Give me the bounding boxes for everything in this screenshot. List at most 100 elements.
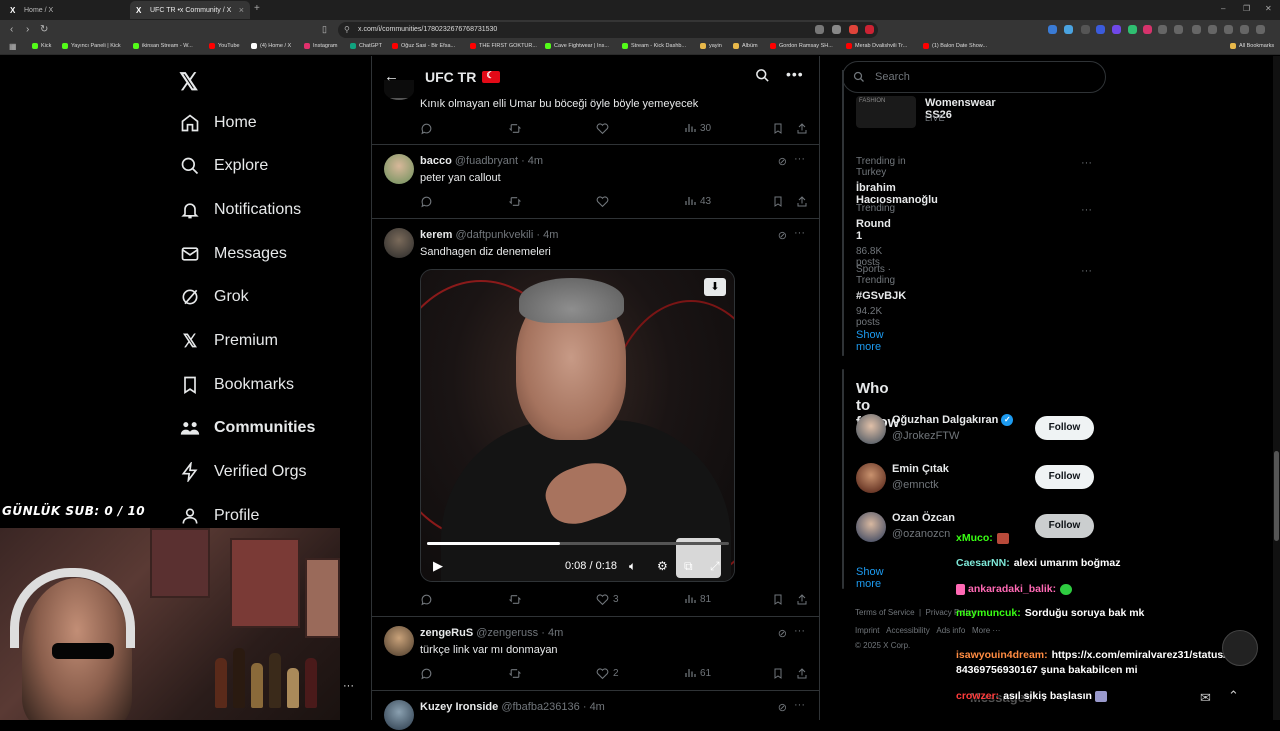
tweet-author[interactable]: zengeRuS @zengeruss · 4m: [420, 627, 563, 639]
tweet-author[interactable]: bacco @fuadbryant · 4m: [420, 155, 543, 167]
browser-tab-active[interactable]: X UFC TR •x Community / X ×: [130, 1, 250, 19]
volume-icon[interactable]: 🔈︎: [629, 559, 636, 574]
bookmark-item[interactable]: Stream - Kick Dashb...: [622, 43, 686, 49]
profile-icon[interactable]: [1240, 25, 1249, 34]
grok-icon[interactable]: ⊘: [778, 155, 787, 168]
nav-notifications[interactable]: Notifications: [180, 196, 301, 224]
tweet[interactable]: bacco @fuadbryant · 4m ⊘ ··· peter yan c…: [372, 145, 819, 219]
show-more-link[interactable]: Show more: [856, 329, 884, 353]
bookmark-button[interactable]: [772, 667, 788, 680]
url-input[interactable]: ⚲ x.com/i/communities/178023267676873153…: [338, 22, 878, 38]
grok-icon[interactable]: ⊘: [778, 627, 787, 640]
page-scrollbar[interactable]: [1273, 56, 1280, 720]
reply-button[interactable]: [420, 195, 437, 208]
expand-up-icon[interactable]: ⌃: [1228, 688, 1239, 704]
bookmark-item[interactable]: YouTube: [209, 43, 240, 49]
bookmark-item[interactable]: Yayıncı Paneli | Kick: [62, 43, 121, 49]
browser-tab[interactable]: X Home / X: [4, 1, 128, 19]
nav-explore[interactable]: Explore: [180, 152, 268, 180]
extension-icon[interactable]: [1143, 25, 1152, 34]
like-button[interactable]: [596, 122, 613, 135]
reply-button[interactable]: [420, 667, 437, 680]
follow-suggestion[interactable]: Emin Çıtak @emnctk Follow: [856, 463, 1096, 495]
more-icon[interactable]: ···: [794, 625, 805, 637]
nav-grok[interactable]: Grok: [180, 283, 249, 311]
pip-icon[interactable]: ⧉: [684, 559, 693, 574]
grok-floating-button[interactable]: [1222, 630, 1258, 666]
share-button[interactable]: [796, 195, 812, 208]
close-tab-icon[interactable]: ×: [239, 5, 244, 15]
views-button[interactable]: 81: [684, 593, 711, 605]
views-button[interactable]: 43: [684, 195, 711, 207]
extension-icon[interactable]: [1048, 25, 1057, 34]
back-nav-icon[interactable]: ‹: [10, 24, 13, 35]
retweet-button[interactable]: [508, 195, 526, 208]
bookmark-item[interactable]: ikinsan Stream - W...: [133, 43, 193, 49]
tweet-author[interactable]: kerem @daftpunkvekili · 4m: [420, 229, 558, 241]
play-icon[interactable]: ▶: [433, 558, 443, 574]
nav-messages[interactable]: Messages: [180, 240, 287, 268]
forward-nav-icon[interactable]: ›: [26, 24, 29, 35]
close-window-icon[interactable]: ✕: [1265, 4, 1272, 13]
bookmark-item[interactable]: (1) Balon Date Show...: [923, 43, 987, 49]
avatar[interactable]: [384, 228, 414, 258]
extension-icon[interactable]: [1158, 25, 1167, 34]
video-progress-bar[interactable]: [427, 542, 729, 545]
bookmark-item[interactable]: ChatGPT: [350, 43, 382, 49]
more-icon[interactable]: ···: [1081, 265, 1092, 277]
retweet-button[interactable]: [508, 667, 526, 680]
tweet-author[interactable]: Kuzey Ironside @fbafba236136 · 4m: [420, 701, 605, 713]
follow-button[interactable]: Follow: [1035, 465, 1094, 489]
extension-icon[interactable]: [1096, 25, 1105, 34]
bookmark-button[interactable]: [772, 195, 788, 208]
bookmark-item[interactable]: Kick: [32, 43, 51, 49]
scrollbar-thumb[interactable]: [1274, 451, 1279, 541]
minimize-icon[interactable]: –: [1221, 4, 1225, 13]
bookmark-page-icon[interactable]: ▯: [322, 24, 327, 35]
wallet-icon[interactable]: [1224, 25, 1233, 34]
apps-icon[interactable]: ▦: [9, 42, 17, 51]
more-icon[interactable]: ···: [794, 153, 805, 165]
more-icon[interactable]: ···: [794, 699, 805, 711]
sidebar-icon[interactable]: [1208, 25, 1217, 34]
restore-icon[interactable]: ❐: [1243, 4, 1250, 13]
reply-button[interactable]: [420, 122, 437, 135]
x-logo-icon[interactable]: 𝕏: [179, 68, 198, 97]
reload-icon[interactable]: ↻: [40, 24, 48, 35]
video-player[interactable]: ⬇ ▶ 0:08 / 0:18 🔈︎ ⚙ ⧉ ⤢: [420, 269, 735, 582]
site-info-icon[interactable]: ⚲: [344, 22, 350, 38]
extension-icon[interactable]: [815, 25, 824, 34]
avatar[interactable]: [856, 512, 886, 542]
bookmark-item[interactable]: THE FIRST GOKTUR...: [470, 43, 537, 49]
like-button[interactable]: 3: [596, 593, 619, 606]
tweet[interactable]: zengeRuS @zengeruss · 4m ⊘ ··· türkçe li…: [372, 617, 819, 691]
avatar[interactable]: [384, 700, 414, 730]
accessibility-link[interactable]: Accessibility: [886, 626, 930, 635]
avatar[interactable]: [856, 414, 886, 444]
bookmark-item[interactable]: Instagram: [304, 43, 337, 49]
follow-suggestion[interactable]: Oğuzhan Dalgakıran ✓ @JrokezFTW Follow: [856, 414, 1096, 446]
tweet[interactable]: Kuzey Ironside @fbafba236136 · 4m ⊘ ···: [372, 691, 819, 731]
extension-icon[interactable]: [1112, 25, 1121, 34]
brave-shield-icon[interactable]: [849, 25, 858, 34]
trend-item[interactable]: Trending in Turkey İbrahim Hacıosmanoğlu: [856, 156, 938, 206]
bookmark-item[interactable]: Cave Fightwear | Ins...: [545, 43, 609, 49]
settings-icon[interactable]: ⚙: [657, 559, 668, 573]
grok-icon[interactable]: ⊘: [778, 229, 787, 242]
menu-icon[interactable]: [1256, 25, 1265, 34]
show-more-link[interactable]: Show more: [856, 566, 884, 590]
more-icon[interactable]: ···: [343, 680, 354, 692]
bookmark-item[interactable]: yayin: [700, 43, 722, 49]
terms-link[interactable]: Terms of Service: [855, 608, 915, 617]
bookmark-item[interactable]: Gordon Ramsay SH...: [770, 43, 833, 49]
more-options-icon[interactable]: •••: [786, 66, 804, 82]
extension-icon[interactable]: [1174, 25, 1183, 34]
nav-premium[interactable]: 𝕏 Premium: [180, 327, 278, 355]
download-icon[interactable]: ⬇: [704, 278, 726, 296]
more-icon[interactable]: ···: [1081, 204, 1092, 216]
avatar[interactable]: [384, 626, 414, 656]
nav-profile[interactable]: Profile: [180, 502, 259, 530]
bookmark-item[interactable]: Oğuz Sasi - Bir Efsa...: [392, 43, 455, 49]
more-icon[interactable]: ···: [1081, 157, 1092, 169]
new-tab-button[interactable]: +: [254, 3, 260, 14]
